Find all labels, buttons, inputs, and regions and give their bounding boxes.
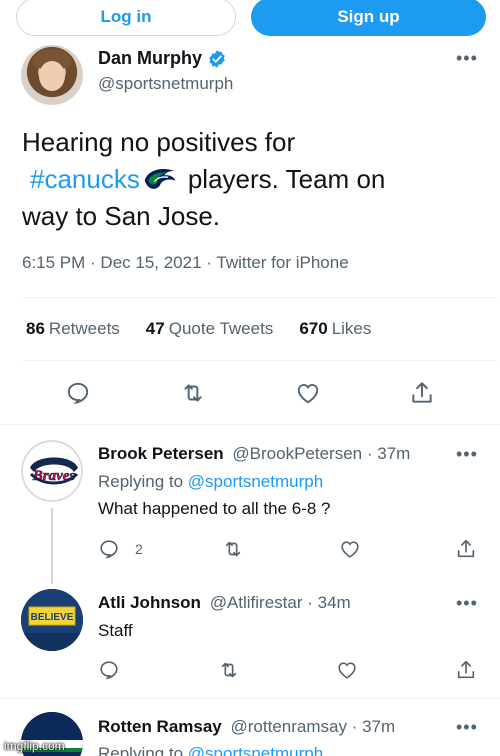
author-name[interactable]: Dan Murphy: [98, 48, 227, 69]
reply-actions: [0, 659, 500, 683]
verified-badge-icon: [209, 49, 225, 68]
reply-author-name[interactable]: Rotten Ramsay: [98, 717, 222, 736]
tweet-line-1: Hearing no positives for: [22, 127, 296, 157]
replying-to-label: Replying to: [98, 472, 184, 491]
tweet-meta: 6:15 PM · Dec 15, 2021 · Twitter for iPh…: [22, 253, 349, 273]
believe-sign-icon: BELIEVE: [21, 589, 83, 651]
svg-text:BELIEVE: BELIEVE: [31, 612, 74, 623]
meta-separator: ·: [201, 253, 217, 272]
replying-to-handle-link[interactable]: @sportsnetmurph: [188, 472, 323, 491]
tweet-text: Hearing no positives for #canucks players…: [22, 124, 492, 235]
reply-author-name[interactable]: Brook Petersen: [98, 444, 224, 463]
reply-icon[interactable]: [65, 380, 91, 406]
reply-author-handle[interactable]: @Atlifirestar: [210, 593, 303, 612]
tweet-source[interactable]: Twitter for iPhone: [216, 253, 348, 272]
canucks-logo-icon: [144, 169, 176, 189]
author-name-label[interactable]: Dan Murphy: [98, 48, 202, 69]
divider: [0, 424, 500, 425]
replying-to: Replying to @sportsnetmurph: [98, 472, 323, 492]
tweet-line-2: #canucks players. Team on: [22, 161, 492, 198]
meta-separator: ·: [85, 253, 101, 272]
auth-bar: Log in Sign up: [0, 0, 500, 40]
reply-time[interactable]: · 37m: [352, 717, 395, 736]
share-icon[interactable]: [409, 380, 435, 406]
reply-author-handle[interactable]: @BrookPetersen: [232, 444, 362, 463]
more-options-icon[interactable]: •••: [456, 48, 478, 69]
reply-author-name[interactable]: Atli Johnson: [98, 593, 201, 612]
braves-logo-icon: Braves: [26, 445, 81, 500]
share-icon[interactable]: [455, 538, 477, 560]
reply-text: Staff: [98, 621, 133, 640]
avatar[interactable]: Braves: [21, 440, 83, 502]
like-icon[interactable]: [295, 380, 321, 406]
divider: [0, 698, 500, 699]
login-button[interactable]: Log in: [16, 0, 236, 36]
hashtag-link[interactable]: #canucks: [30, 164, 140, 194]
retweet-icon[interactable]: [218, 659, 240, 681]
like-icon[interactable]: [336, 659, 358, 681]
reply-header: Brook Petersen @BrookPetersen · 37m: [98, 444, 410, 464]
tweet-time[interactable]: 6:15 PM: [22, 253, 85, 272]
more-options-icon[interactable]: •••: [456, 593, 478, 614]
quote-tweets-stat[interactable]: 47 Quote Tweets: [146, 319, 274, 339]
watermark: imgflip.com: [4, 739, 65, 753]
more-options-icon[interactable]: •••: [456, 444, 478, 465]
reply-icon[interactable]: [98, 659, 120, 681]
replying-to-handle-link[interactable]: @sportsnetmurph: [188, 744, 323, 756]
like-icon[interactable]: [339, 538, 361, 560]
retweets-stat[interactable]: 86 Retweets: [26, 319, 120, 339]
reply-header: Rotten Ramsay @rottenramsay · 37m: [98, 717, 395, 737]
signup-button[interactable]: Sign up: [251, 0, 486, 36]
tweet-actions: [0, 380, 500, 410]
avatar[interactable]: [21, 45, 83, 105]
divider: [22, 360, 498, 361]
reply-actions: 2: [0, 538, 500, 562]
likes-stat[interactable]: 670 Likes: [299, 319, 371, 339]
tweet-line-2-text: players. Team on: [187, 164, 386, 194]
share-icon[interactable]: [455, 659, 477, 681]
divider: [22, 297, 498, 298]
retweet-icon[interactable]: [222, 538, 244, 560]
reply-header: Atli Johnson @Atlifirestar · 34m: [98, 593, 351, 613]
replying-to: Replying to @sportsnetmurph: [98, 744, 323, 756]
retweet-icon[interactable]: [180, 380, 206, 406]
reply-count: 2: [135, 541, 143, 557]
tweet-line-3: way to San Jose.: [22, 201, 220, 231]
reply-author-handle[interactable]: @rottenramsay: [231, 717, 347, 736]
tweet-stats: 86 Retweets 47 Quote Tweets 670 Likes: [26, 319, 371, 339]
reply-time[interactable]: · 34m: [307, 593, 350, 612]
reply-text: What happened to all the 6-8 ?: [98, 499, 331, 518]
author-handle[interactable]: @sportsnetmurph: [98, 74, 233, 94]
avatar[interactable]: BELIEVE: [21, 589, 83, 651]
replying-to-label: Replying to: [98, 744, 184, 756]
reply-icon[interactable]: [98, 538, 120, 560]
reply-time[interactable]: · 37m: [367, 444, 410, 463]
tweet-date[interactable]: Dec 15, 2021: [100, 253, 201, 272]
more-options-icon[interactable]: •••: [456, 717, 478, 738]
